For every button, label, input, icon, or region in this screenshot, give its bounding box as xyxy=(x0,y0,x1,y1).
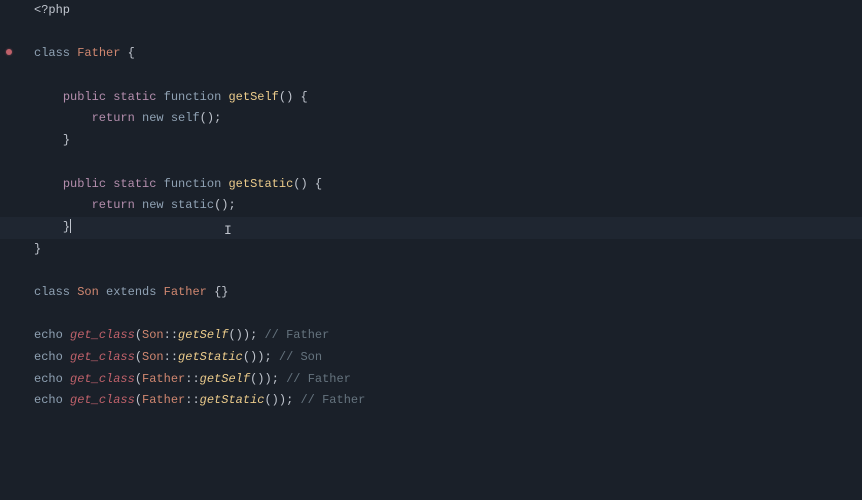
code-line: public static function getSelf() { xyxy=(34,87,862,109)
class-ref: Son xyxy=(142,328,164,342)
keyword-extends: extends xyxy=(106,285,156,299)
parens: () xyxy=(228,328,242,342)
text-caret-icon xyxy=(70,219,71,233)
comment: // Son xyxy=(279,350,322,364)
editor-gutter xyxy=(0,0,18,500)
function-call: get_class xyxy=(70,328,135,342)
keyword-static: static xyxy=(171,198,214,212)
code-line: return new static(); xyxy=(34,195,862,217)
keyword-class: class xyxy=(34,46,70,60)
code-line: echo get_class(Father::getSelf()); // Fa… xyxy=(34,369,862,391)
function-call: get_class xyxy=(70,372,135,386)
parens: () xyxy=(200,111,214,125)
semicolon: ; xyxy=(214,111,221,125)
semicolon: ; xyxy=(228,198,235,212)
code-line xyxy=(34,152,862,174)
code-line xyxy=(34,260,862,282)
brace: { xyxy=(315,177,322,191)
class-ref: Father xyxy=(142,393,185,407)
gutter-warning-marker[interactable] xyxy=(0,41,18,63)
keyword-echo: echo xyxy=(34,328,63,342)
scope-op: :: xyxy=(185,372,199,386)
code-line xyxy=(34,65,862,87)
keyword-echo: echo xyxy=(34,393,63,407)
keyword-return: return xyxy=(92,111,135,125)
code-line: } xyxy=(34,239,862,261)
braces: {} xyxy=(214,285,228,299)
function-call: get_class xyxy=(70,350,135,364)
brace: } xyxy=(63,220,70,234)
keyword-return: return xyxy=(92,198,135,212)
scope-op: :: xyxy=(185,393,199,407)
warning-dot-icon xyxy=(6,49,12,55)
function-name: getStatic xyxy=(228,177,293,191)
paren: ( xyxy=(135,328,142,342)
scope-op: :: xyxy=(164,350,178,364)
semicolon: ; xyxy=(250,328,257,342)
keyword-static: static xyxy=(113,177,156,191)
code-line: echo get_class(Father::getStatic()); // … xyxy=(34,390,862,412)
php-open-tag: <?php xyxy=(34,3,70,17)
comment: // Father xyxy=(286,372,351,386)
semicolon: ; xyxy=(286,393,293,407)
paren: ( xyxy=(135,372,142,386)
paren: ( xyxy=(135,393,142,407)
parens: () xyxy=(279,90,293,104)
paren: ( xyxy=(135,350,142,364)
brace: } xyxy=(63,133,70,147)
keyword-echo: echo xyxy=(34,372,63,386)
scope-op: :: xyxy=(164,328,178,342)
code-line xyxy=(34,22,862,44)
code-line: } xyxy=(34,130,862,152)
class-ref: Father xyxy=(164,285,207,299)
parens: () xyxy=(243,350,257,364)
code-line-active: }I xyxy=(0,217,862,239)
function-call: get_class xyxy=(70,393,135,407)
code-line: public static function getStatic() { xyxy=(34,174,862,196)
code-line xyxy=(34,304,862,326)
i-beam-cursor-icon: I xyxy=(224,220,232,242)
keyword-new: new xyxy=(142,111,164,125)
parens: () xyxy=(293,177,307,191)
class-ref: Son xyxy=(142,350,164,364)
keyword-class: class xyxy=(34,285,70,299)
method-call: getSelf xyxy=(200,372,250,386)
keyword-function: function xyxy=(164,177,222,191)
class-name: Son xyxy=(77,285,99,299)
brace: { xyxy=(128,46,135,60)
paren: ) xyxy=(243,328,250,342)
brace: } xyxy=(34,242,41,256)
keyword-public: public xyxy=(63,90,106,104)
method-call: getSelf xyxy=(178,328,228,342)
keyword-function: function xyxy=(164,90,222,104)
function-name: getSelf xyxy=(228,90,278,104)
class-name: Father xyxy=(77,46,120,60)
code-line: class Father { xyxy=(34,43,862,65)
comment: // Father xyxy=(264,328,329,342)
code-line: class Son extends Father {} xyxy=(34,282,862,304)
paren: ) xyxy=(264,372,271,386)
keyword-new: new xyxy=(142,198,164,212)
method-call: getStatic xyxy=(178,350,243,364)
parens: () xyxy=(214,198,228,212)
code-line: <?php xyxy=(34,0,862,22)
parens: () xyxy=(264,393,278,407)
paren: ) xyxy=(279,393,286,407)
code-line: echo get_class(Son::getStatic()); // Son xyxy=(34,347,862,369)
keyword-echo: echo xyxy=(34,350,63,364)
semicolon: ; xyxy=(264,350,271,364)
brace: { xyxy=(301,90,308,104)
code-line: return new self(); xyxy=(34,108,862,130)
code-line: echo get_class(Son::getSelf()); // Fathe… xyxy=(34,325,862,347)
comment: // Father xyxy=(300,393,365,407)
method-call: getStatic xyxy=(200,393,265,407)
keyword-static: static xyxy=(113,90,156,104)
code-editor[interactable]: <?php class Father { public static funct… xyxy=(0,0,862,412)
class-ref: Father xyxy=(142,372,185,386)
keyword-public: public xyxy=(63,177,106,191)
keyword-self: self xyxy=(171,111,200,125)
parens: () xyxy=(250,372,264,386)
semicolon: ; xyxy=(272,372,279,386)
